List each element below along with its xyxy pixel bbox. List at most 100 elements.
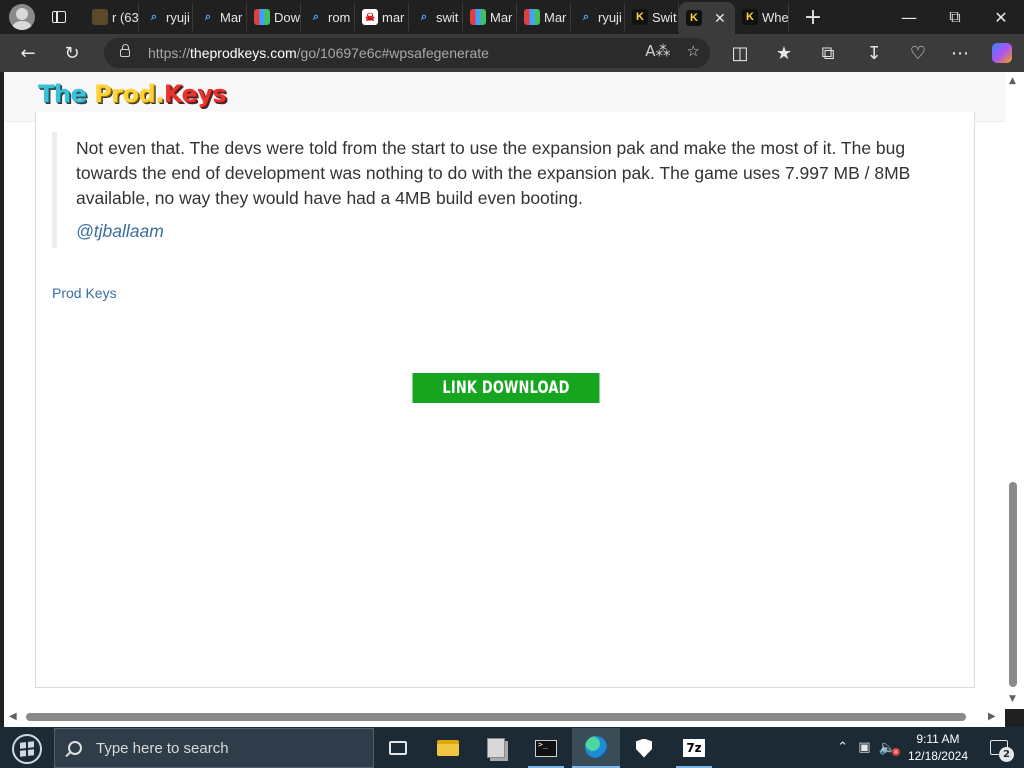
browser-tab[interactable]: Dow bbox=[247, 3, 301, 31]
task-view-icon bbox=[389, 741, 407, 755]
chevron-up-icon[interactable]: ⌃ bbox=[837, 740, 848, 755]
back-button[interactable]: ← bbox=[12, 37, 44, 69]
tab-title: Swit bbox=[652, 9, 677, 25]
files-button[interactable] bbox=[472, 728, 520, 768]
chart-icon bbox=[254, 9, 270, 25]
url-text: https://theprodkeys.com/go/10697e6c#wpsa… bbox=[148, 45, 489, 61]
settings-more-icon[interactable]: ⋯ bbox=[944, 37, 976, 69]
windows-logo-icon bbox=[20, 741, 34, 757]
content-card: Not even that. The devs were told from t… bbox=[35, 112, 975, 688]
scroll-up-arrow-icon[interactable]: ▲ bbox=[1009, 76, 1016, 86]
tab-actions-icon bbox=[52, 11, 66, 23]
refresh-button[interactable]: ↻ bbox=[56, 37, 88, 69]
7zip-button[interactable]: 7z bbox=[670, 728, 718, 768]
browser-tab[interactable]: ⌕ ryuji bbox=[139, 3, 193, 31]
vertical-scroll-thumb[interactable] bbox=[1009, 482, 1017, 687]
taskbar-search-box[interactable]: Type here to search bbox=[54, 728, 374, 768]
system-tray: ⌃ ▣ 🔈 × 9:11 AM 12/18/2024 2 bbox=[837, 727, 1024, 768]
split-screen-icon[interactable]: ◫ bbox=[724, 37, 756, 69]
search-icon: ⌕ bbox=[582, 10, 590, 23]
browser-toolbar: ← ↻ https://theprodkeys.com/go/10697e6c#… bbox=[0, 34, 1024, 72]
scroll-down-arrow-icon[interactable]: ▼ bbox=[1009, 694, 1016, 704]
tab-title: ryuji bbox=[598, 9, 622, 25]
search-icon: ⌕ bbox=[312, 10, 320, 23]
taskbar: Type here to search >_ 7z ⌃ ▣ 🔈 × 9:11 AM… bbox=[0, 727, 1024, 768]
link-download-button[interactable]: LINK DOWNLOAD bbox=[412, 373, 600, 403]
edge-button[interactable] bbox=[572, 728, 620, 768]
tab-title: Mar bbox=[544, 9, 567, 25]
volume-muted-icon[interactable]: 🔈 × bbox=[879, 740, 900, 756]
collections-icon[interactable]: ⧉ bbox=[812, 37, 844, 69]
browser-tab[interactable]: Mar bbox=[517, 3, 571, 31]
security-button[interactable] bbox=[620, 728, 668, 768]
vertical-scrollbar[interactable]: ▲ ▼ bbox=[1005, 72, 1024, 709]
read-aloud-icon[interactable]: A⁂ bbox=[645, 42, 670, 60]
search-icon: ⌕ bbox=[150, 10, 158, 23]
horizontal-scroll-thumb[interactable] bbox=[26, 713, 966, 721]
tab-strip: r (63 ⌕ ryuji ⌕ Mar Dow ⌕ rom ☠ mar ⌕ swit Mar Mar ⌕ ry… bbox=[0, 0, 1024, 34]
ghost-icon: ☠ bbox=[362, 9, 378, 25]
folder-icon bbox=[92, 9, 108, 25]
browser-tab[interactable]: Mar bbox=[463, 3, 517, 31]
downloads-icon[interactable]: ↧ bbox=[858, 37, 890, 69]
search-icon: ⌕ bbox=[420, 10, 428, 23]
tab-title: Mar bbox=[490, 9, 513, 25]
copilot-icon[interactable] bbox=[986, 37, 1018, 69]
file-explorer-button[interactable] bbox=[424, 728, 472, 768]
clock[interactable]: 9:11 AM 12/18/2024 bbox=[908, 731, 968, 765]
browser-tab[interactable]: r (63 bbox=[85, 3, 139, 31]
quote-author-link[interactable]: @tjballaam bbox=[76, 221, 912, 248]
terminal-icon: >_ bbox=[535, 739, 557, 757]
browser-tab[interactable]: ☠ mar bbox=[355, 3, 409, 31]
browser-essentials-icon[interactable]: ♡ bbox=[902, 37, 934, 69]
scroll-left-arrow-icon[interactable]: ◀ bbox=[9, 711, 17, 722]
scroll-right-arrow-icon[interactable]: ▶ bbox=[988, 711, 996, 722]
start-button[interactable] bbox=[12, 734, 42, 764]
prod-keys-link[interactable]: Prod Keys bbox=[52, 285, 117, 301]
clock-time: 9:11 AM bbox=[916, 731, 960, 746]
search-icon bbox=[68, 741, 82, 755]
k-icon: K bbox=[632, 9, 648, 25]
favorite-star-icon[interactable]: ☆ bbox=[687, 42, 700, 60]
site-logo[interactable]: The Prod.Keys bbox=[38, 80, 227, 108]
lock-icon[interactable] bbox=[120, 44, 130, 57]
clock-date: 12/18/2024 bbox=[907, 748, 968, 763]
browser-tab[interactable]: ⌕ Mar bbox=[193, 3, 247, 31]
notification-count-badge: 2 bbox=[999, 746, 1014, 762]
new-tab-button[interactable]: + bbox=[801, 5, 825, 30]
browser-tab[interactable]: ⌕ ryuji bbox=[571, 3, 625, 31]
browser-tab[interactable]: ⌕ swit bbox=[409, 3, 463, 31]
tab-title: r (63 bbox=[112, 9, 139, 25]
close-tab-icon[interactable]: ✕ bbox=[714, 10, 726, 27]
edge-icon bbox=[585, 736, 607, 758]
7zip-icon: 7z bbox=[683, 739, 705, 757]
favorites-icon[interactable]: ★ bbox=[768, 37, 800, 69]
browser-tab[interactable]: ⌕ rom bbox=[301, 3, 355, 31]
browser-tab[interactable]: K ✕ bbox=[679, 2, 735, 34]
blockquote: Not even that. The devs were told from t… bbox=[52, 132, 912, 248]
tab-title: swit bbox=[436, 9, 459, 25]
quote-text: Not even that. The devs were told from t… bbox=[76, 138, 911, 208]
network-icon[interactable]: ▣ bbox=[858, 740, 870, 755]
tab-list: r (63 ⌕ ryuji ⌕ Mar Dow ⌕ rom ☠ mar ⌕ swit Mar Mar ⌕ ry… bbox=[85, 0, 789, 34]
address-bar[interactable]: https://theprodkeys.com/go/10697e6c#wpsa… bbox=[104, 38, 710, 68]
restore-button[interactable]: ⧉ bbox=[932, 0, 978, 34]
search-placeholder: Type here to search bbox=[96, 739, 229, 757]
horizontal-scrollbar[interactable]: ◀ ▶ bbox=[4, 709, 1005, 727]
browser-tab[interactable]: K Whe bbox=[735, 3, 789, 31]
tab-title: mar bbox=[382, 9, 405, 25]
minimize-button[interactable]: — bbox=[886, 0, 932, 34]
profile-avatar-icon[interactable] bbox=[9, 4, 35, 30]
close-window-button[interactable]: ✕ bbox=[978, 0, 1024, 34]
chart-icon bbox=[470, 9, 486, 25]
tab-title: Dow bbox=[274, 9, 301, 25]
chart-icon bbox=[524, 9, 540, 25]
files-icon bbox=[487, 738, 505, 758]
tab-title: Mar bbox=[220, 9, 243, 25]
task-view-button[interactable] bbox=[374, 728, 422, 768]
notifications-button[interactable]: 2 bbox=[982, 733, 1016, 763]
terminal-button[interactable]: >_ bbox=[522, 728, 570, 768]
browser-tab[interactable]: K Swit bbox=[625, 3, 679, 31]
tab-actions-button[interactable] bbox=[41, 3, 77, 31]
search-icon: ⌕ bbox=[204, 10, 212, 23]
